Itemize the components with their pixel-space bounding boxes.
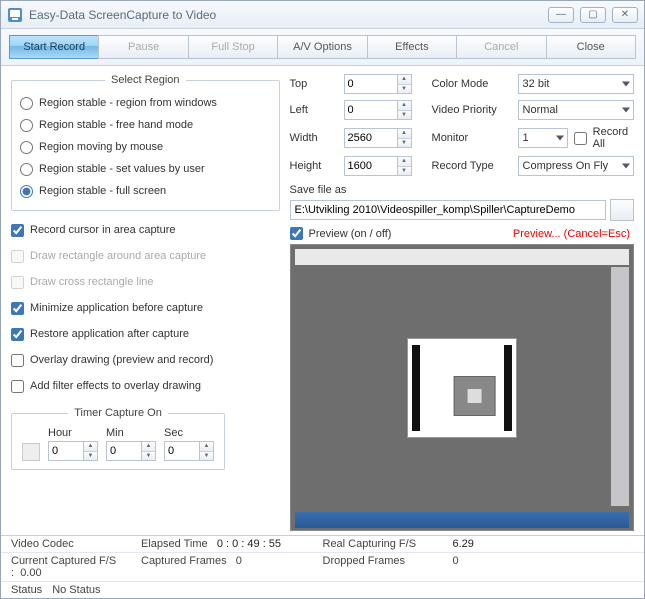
select-region-group: Select Region Region stable - region fro…: [11, 74, 280, 211]
pause-button[interactable]: Pause: [98, 35, 187, 59]
current-fs-value: 0.00: [20, 567, 41, 579]
left-spinner[interactable]: ▲▼: [398, 100, 412, 120]
video-priority-label: Video Priority: [432, 104, 512, 116]
browse-button[interactable]: [610, 199, 634, 221]
status-bar: Video Codec Elapsed Time 0 : 0 : 49 : 55…: [1, 535, 644, 598]
draw-cross-check: Draw cross rectangle line: [11, 271, 280, 293]
captured-frames-label: Captured Frames: [141, 555, 227, 567]
width-label: Width: [290, 132, 338, 144]
sec-spinner[interactable]: ▲▼: [200, 441, 214, 461]
app-icon: [7, 7, 23, 23]
app-window: Easy-Data ScreenCapture to Video — ▢ ✕ S…: [0, 0, 645, 599]
video-codec-label: Video Codec: [11, 538, 141, 550]
video-priority-select[interactable]: Normal: [518, 100, 634, 120]
capture-options: Record cursor in area capture Draw recta…: [11, 217, 280, 399]
chevron-down-icon: [622, 82, 630, 87]
select-region-legend: Select Region: [105, 74, 186, 86]
sec-label: Sec: [164, 427, 214, 439]
height-label: Height: [290, 160, 338, 172]
color-mode-select[interactable]: 32 bit: [518, 74, 634, 94]
height-spinner[interactable]: ▲▼: [398, 156, 412, 176]
preview-toggle-check[interactable]: Preview (on / off): [290, 227, 392, 240]
elapsed-time-value: 0 : 0 : 49 : 55: [217, 538, 281, 550]
monitor-select[interactable]: 1: [518, 128, 568, 148]
region-mouse-option[interactable]: Region moving by mouse: [20, 136, 271, 158]
dropped-frames-value: 0: [453, 555, 635, 579]
start-record-button[interactable]: Start Record: [9, 35, 98, 59]
width-input[interactable]: [344, 128, 398, 148]
monitor-label: Monitor: [432, 132, 512, 144]
minimize-app-check[interactable]: Minimize application before capture: [11, 297, 280, 319]
top-input[interactable]: [344, 74, 398, 94]
region-user-values-option[interactable]: Region stable - set values by user: [20, 158, 271, 180]
color-mode-label: Color Mode: [432, 78, 512, 90]
window-title: Easy-Data ScreenCapture to Video: [29, 8, 548, 22]
sec-input[interactable]: [164, 441, 200, 461]
full-stop-button[interactable]: Full Stop: [188, 35, 277, 59]
elapsed-time-label: Elapsed Time: [141, 538, 208, 550]
chevron-down-icon: [622, 164, 630, 169]
draw-rectangle-check: Draw rectangle around area capture: [11, 245, 280, 267]
minimize-window-button[interactable]: —: [548, 7, 574, 23]
min-label: Min: [106, 427, 156, 439]
timer-enable-check[interactable]: [22, 443, 40, 461]
status-value: No Status: [52, 584, 100, 596]
save-as-label: Save file as: [290, 184, 634, 196]
timer-legend: Timer Capture On: [68, 407, 168, 419]
main-toolbar: Start Record Pause Full Stop A/V Options…: [1, 29, 644, 66]
left-input[interactable]: [344, 100, 398, 120]
filter-effects-check[interactable]: Add filter effects to overlay drawing: [11, 375, 280, 397]
record-type-label: Record Type: [432, 160, 512, 172]
record-all-check[interactable]: Record All: [574, 126, 634, 150]
maximize-window-button[interactable]: ▢: [580, 7, 606, 23]
width-spinner[interactable]: ▲▼: [398, 128, 412, 148]
timer-capture-group: Timer Capture On Hour ▲▼ Min ▲▼ Sec ▲▼: [11, 407, 225, 470]
region-windows-option[interactable]: Region stable - region from windows: [20, 92, 271, 114]
preview-panel: [290, 244, 634, 531]
real-fs-value: 6.29: [453, 538, 635, 550]
hour-spinner[interactable]: ▲▼: [84, 441, 98, 461]
close-button[interactable]: Close: [546, 35, 636, 59]
dropped-frames-label: Dropped Frames: [323, 555, 453, 579]
left-label: Left: [290, 104, 338, 116]
top-label: Top: [290, 78, 338, 90]
save-path-input[interactable]: [290, 200, 606, 220]
min-spinner[interactable]: ▲▼: [142, 441, 156, 461]
min-input[interactable]: [106, 441, 142, 461]
top-spinner[interactable]: ▲▼: [398, 74, 412, 94]
av-options-button[interactable]: A/V Options: [277, 35, 366, 59]
record-type-select[interactable]: Compress On Fly: [518, 156, 634, 176]
chevron-down-icon: [622, 108, 630, 113]
hour-input[interactable]: [48, 441, 84, 461]
status-label: Status: [11, 584, 42, 596]
hour-label: Hour: [48, 427, 98, 439]
record-cursor-check[interactable]: Record cursor in area capture: [11, 219, 280, 241]
chevron-down-icon: [556, 136, 564, 141]
titlebar: Easy-Data ScreenCapture to Video — ▢ ✕: [1, 1, 644, 29]
overlay-drawing-check[interactable]: Overlay drawing (preview and record): [11, 349, 280, 371]
region-fullscreen-option[interactable]: Region stable - full screen: [20, 180, 271, 202]
captured-frames-value: 0: [236, 555, 242, 567]
preview-status-text: Preview... (Cancel=Esc): [513, 228, 630, 240]
height-input[interactable]: [344, 156, 398, 176]
effects-button[interactable]: Effects: [367, 35, 456, 59]
cancel-button[interactable]: Cancel: [456, 35, 545, 59]
close-window-button[interactable]: ✕: [612, 7, 638, 23]
region-freehand-option[interactable]: Region stable - free hand mode: [20, 114, 271, 136]
restore-app-check[interactable]: Restore application after capture: [11, 323, 280, 345]
real-fs-label: Real Capturing F/S: [323, 538, 453, 550]
